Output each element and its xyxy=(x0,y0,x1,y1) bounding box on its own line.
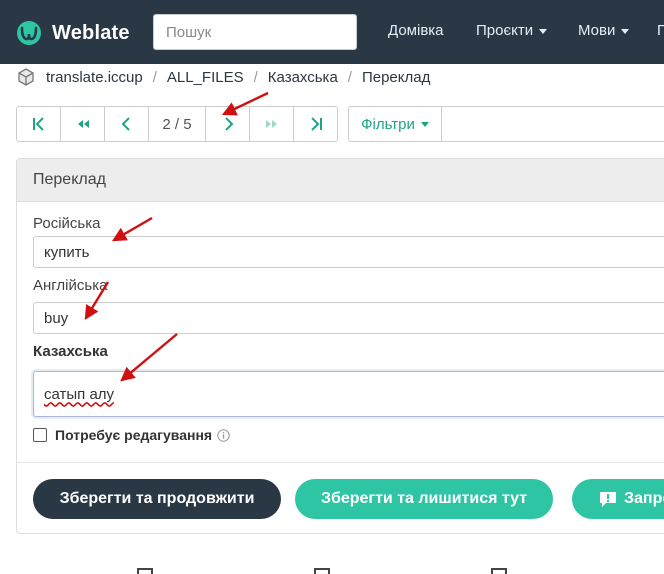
save-and-continue-button[interactable]: Зберегти та продовжити xyxy=(33,479,281,519)
nav-item-languages-label: Мови xyxy=(578,22,616,39)
double-chevron-right-icon xyxy=(265,120,277,128)
english-language-label: Англійська xyxy=(33,277,108,294)
info-icon[interactable] xyxy=(217,428,230,442)
search-input[interactable] xyxy=(153,14,357,50)
previous-unit-button[interactable] xyxy=(105,107,149,141)
translation-panel: Переклад Російська купить Англійська buy… xyxy=(16,158,664,534)
chevron-right-icon xyxy=(224,117,233,131)
breadcrumb-component[interactable]: ALL_FILES xyxy=(167,69,244,86)
bottom-icon-fragment xyxy=(314,568,330,574)
translation-textarea[interactable]: сатып алу xyxy=(33,371,664,417)
unit-pager: 2 / 5 xyxy=(16,106,338,142)
breadcrumb: translate.iccup / ALL_FILES / Казахська … xyxy=(16,66,430,88)
source-text-field: купить xyxy=(33,236,664,268)
nav-item-languages[interactable]: Мови xyxy=(578,22,630,39)
first-unit-button[interactable] xyxy=(17,107,61,141)
translation-text: сатып алу xyxy=(44,385,115,403)
nav-item-projects-label: Проєкти xyxy=(476,22,534,39)
filters-label: Фільтри xyxy=(361,115,415,133)
weblate-logo-icon xyxy=(17,21,41,45)
bottom-icon-fragment xyxy=(491,568,507,574)
chevron-left-icon xyxy=(121,117,130,131)
last-unit-button[interactable] xyxy=(294,107,337,141)
breadcrumb-current: Переклад xyxy=(361,68,431,86)
breadcrumb-project[interactable]: translate.iccup xyxy=(46,69,143,86)
nav-item-more[interactable]: П xyxy=(657,22,664,39)
nav-item-home[interactable]: Домівка xyxy=(388,22,444,39)
breadcrumb-language[interactable]: Казахська xyxy=(268,69,338,86)
double-chevron-left-icon xyxy=(77,120,89,128)
previous-many-button[interactable] xyxy=(61,107,105,141)
first-page-icon xyxy=(32,117,44,131)
unit-position: 2 / 5 xyxy=(149,107,206,141)
nav-item-home-label: Домівка xyxy=(388,22,444,39)
source-language-label: Російська xyxy=(33,215,101,232)
needs-editing-label[interactable]: Потребує редагування xyxy=(55,427,212,443)
brand[interactable]: Weblate xyxy=(16,19,130,47)
divider xyxy=(17,462,664,463)
breadcrumb-separator: / xyxy=(253,68,258,86)
save-and-stay-button[interactable]: Зберегти та лишитися тут xyxy=(295,479,553,519)
needs-editing-row: Потребує редагування xyxy=(33,427,230,443)
english-text: buy xyxy=(44,309,69,327)
chevron-down-icon xyxy=(420,121,429,127)
suggest-button[interactable]: Запро xyxy=(572,479,664,519)
nav-item-projects[interactable]: Проєкти xyxy=(476,22,548,39)
top-navbar: Weblate Домівка Проєкти Мови П xyxy=(0,0,664,64)
needs-editing-checkbox[interactable] xyxy=(33,428,47,442)
chevron-down-icon xyxy=(621,28,630,34)
panel-title: Переклад xyxy=(17,159,664,202)
next-many-button[interactable] xyxy=(250,107,294,141)
comment-exclamation-icon xyxy=(600,492,616,507)
bottom-icon-fragment xyxy=(137,568,153,574)
filters-dropdown[interactable]: Фільтри xyxy=(349,107,442,141)
filter-group: Фільтри xyxy=(348,106,664,142)
filter-query-input[interactable] xyxy=(442,107,664,141)
breadcrumb-separator: / xyxy=(152,68,157,86)
last-page-icon xyxy=(310,117,322,131)
english-text-field: buy xyxy=(33,302,664,334)
save-and-stay-label: Зберегти та лишитися тут xyxy=(320,490,528,507)
target-language-label: Казахська xyxy=(33,343,108,360)
cube-icon xyxy=(18,68,34,86)
brand-name: Weblate xyxy=(52,21,130,44)
save-and-continue-label: Зберегти та продовжити xyxy=(59,490,255,507)
next-unit-button[interactable] xyxy=(206,107,250,141)
breadcrumb-separator: / xyxy=(347,68,352,86)
nav-item-more-label: П xyxy=(657,22,664,39)
source-text: купить xyxy=(44,243,90,261)
chevron-down-icon xyxy=(539,28,548,34)
suggest-label: Запро xyxy=(624,490,664,507)
